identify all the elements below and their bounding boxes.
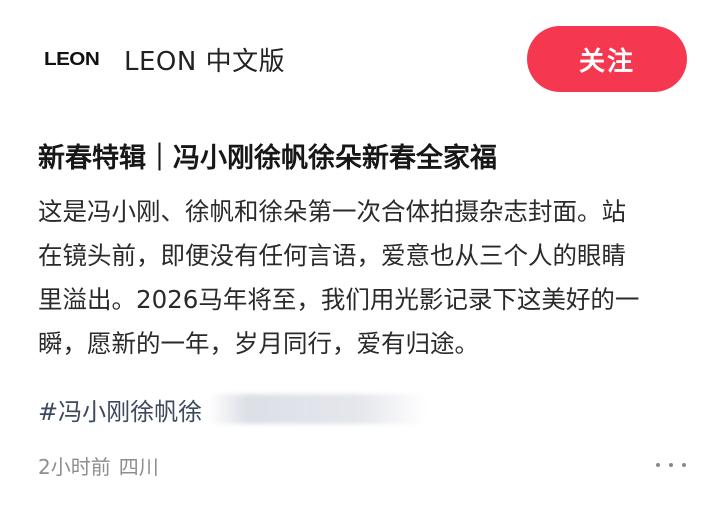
hashtag-container: #冯小刚徐帆徐 [38, 392, 426, 428]
dot [682, 463, 686, 467]
post-body-line: 在镜头前，即便没有任何言语，爱意也从三个人的眼睛 [38, 241, 626, 270]
post-meta: 2小时前 四川 [38, 451, 159, 480]
post-body-line: 这是冯小刚、徐帆和徐朵第一次合体拍摄杂志封面。站 [38, 197, 626, 226]
dot [669, 463, 673, 467]
post-title: 新春特辑｜冯小刚徐帆徐朵新春全家福 [38, 143, 497, 174]
post-location: 四川 [118, 455, 159, 479]
post-body-line: 里溢出。2026马年将至，我们用光影记录下这美好的一 [38, 285, 640, 314]
account-logo[interactable]: LEON [44, 49, 100, 70]
post-body: 这是冯小刚、徐帆和徐朵第一次合体拍摄杂志封面。站 在镜头前，即便没有任何言语，爱… [38, 190, 688, 366]
post-body-line: 瞬，愿新的一年，岁月同行，爱有归途。 [38, 329, 479, 358]
dot [656, 463, 660, 467]
blurred-redaction [208, 394, 426, 424]
post-time: 2小时前 [38, 455, 111, 479]
post-header: LEON LEON 中文版 关注 [0, 0, 720, 120]
more-dots-icon[interactable] [656, 452, 686, 478]
account-name[interactable]: LEON 中文版 [124, 41, 285, 78]
follow-button[interactable]: 关注 [527, 26, 687, 92]
